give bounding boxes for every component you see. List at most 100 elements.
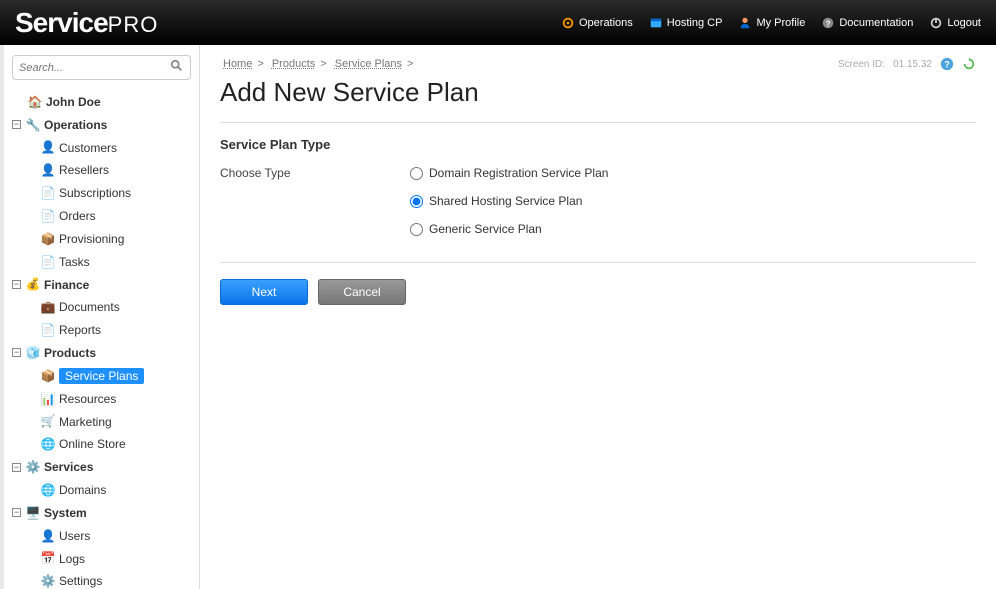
sidebar-item-tasks[interactable]: 📄Tasks <box>12 250 191 273</box>
sidebar-item-label: Resources <box>59 392 116 406</box>
gear-icon <box>561 16 575 30</box>
operations-icon: 🔧 <box>25 114 41 136</box>
sidebar-item-orders[interactable]: 📄Orders <box>12 204 191 227</box>
sidebar-item-settings[interactable]: ⚙️Settings <box>12 569 191 589</box>
search-input[interactable] <box>19 62 170 74</box>
help-icon[interactable]: ? <box>940 57 954 71</box>
cancel-button[interactable]: Cancel <box>318 279 406 305</box>
sidebar-item-documents[interactable]: 💼Documents <box>12 295 191 318</box>
nav-my-profile[interactable]: My Profile <box>738 16 805 30</box>
sidebar-item-logs[interactable]: 📅Logs <box>12 547 191 570</box>
nav-documentation[interactable]: ? Documentation <box>821 16 913 30</box>
nav-hosting-cp-label: Hosting CP <box>667 17 723 29</box>
box-icon: 📦 <box>40 228 56 250</box>
sidebar-item-provisioning[interactable]: 📦Provisioning <box>12 227 191 250</box>
sidebar-item-customers[interactable]: 👤Customers <box>12 136 191 159</box>
sidebar-cat-products[interactable]: −🧊Products <box>12 341 191 364</box>
sidebar-cat-services[interactable]: −⚙️Services <box>12 455 191 478</box>
person-icon <box>738 16 752 30</box>
logo-part2: PRO <box>108 12 159 37</box>
sidebar-item-label: Provisioning <box>59 232 124 246</box>
screen-id: Screen ID: 01.15.32 ? <box>838 57 976 71</box>
briefcase-icon: 💼 <box>40 296 56 318</box>
nav-operations-label: Operations <box>579 17 633 29</box>
collapse-icon[interactable]: − <box>12 120 21 129</box>
server-icon: 🖥️ <box>25 502 41 524</box>
power-icon <box>929 16 943 30</box>
radio-shared-hosting[interactable]: Shared Hosting Service Plan <box>410 194 976 208</box>
panel-icon <box>649 16 663 30</box>
sidebar: 🏠John Doe −🔧Operations 👤Customers 👤Resel… <box>0 45 200 589</box>
radio-label[interactable]: Generic Service Plan <box>429 222 542 236</box>
user-label: John Doe <box>46 95 101 109</box>
radio-domain-reg[interactable]: Domain Registration Service Plan <box>410 166 976 180</box>
svg-text:?: ? <box>944 60 949 70</box>
sidebar-item-label: Users <box>59 529 90 543</box>
sidebar-item-label: Documents <box>59 300 120 314</box>
system-label: System <box>44 506 87 520</box>
sidebar-item-label: Domains <box>59 483 106 497</box>
top-nav: Operations Hosting CP My Profile ? Docum… <box>561 16 981 30</box>
divider <box>220 122 976 123</box>
logo: ServicePRO <box>15 7 158 39</box>
sidebar-item-label: Resellers <box>59 163 109 177</box>
sidebar-item-label: Subscriptions <box>59 186 131 200</box>
search-box[interactable] <box>12 55 191 80</box>
search-icon[interactable] <box>170 59 184 76</box>
sidebar-cat-finance[interactable]: −💰Finance <box>12 273 191 296</box>
sidebar-item-label: Tasks <box>59 255 90 269</box>
radio-label[interactable]: Domain Registration Service Plan <box>429 166 608 180</box>
finance-label: Finance <box>44 277 89 291</box>
sidebar-user[interactable]: 🏠John Doe <box>12 90 191 113</box>
next-button[interactable]: Next <box>220 279 308 305</box>
radio-input-shared-hosting[interactable] <box>410 195 423 208</box>
refresh-icon[interactable] <box>962 57 976 71</box>
products-label: Products <box>44 346 96 360</box>
breadcrumb-home[interactable]: Home <box>223 58 252 70</box>
radio-input-domain-reg[interactable] <box>410 167 423 180</box>
sidebar-item-marketing[interactable]: 🛒Marketing <box>12 410 191 433</box>
doc-icon: 📄 <box>40 319 56 341</box>
doc-icon: 📄 <box>40 251 56 273</box>
page-title: Add New Service Plan <box>220 77 976 108</box>
money-icon: 💰 <box>25 273 41 295</box>
sidebar-item-resellers[interactable]: 👤Resellers <box>12 158 191 181</box>
nav-operations[interactable]: Operations <box>561 16 633 30</box>
nav-logout[interactable]: Logout <box>929 16 981 30</box>
sidebar-item-label: Online Store <box>59 437 126 451</box>
nav-my-profile-label: My Profile <box>756 17 805 29</box>
sidebar-item-reports[interactable]: 📄Reports <box>12 318 191 341</box>
sidebar-item-online-store[interactable]: 🌐Online Store <box>12 432 191 455</box>
section-title: Service Plan Type <box>220 137 976 152</box>
form-label-choose-type: Choose Type <box>220 166 410 250</box>
breadcrumb-products[interactable]: Products <box>272 58 315 70</box>
form-row-type: Choose Type Domain Registration Service … <box>220 166 976 250</box>
sidebar-item-subscriptions[interactable]: 📄Subscriptions <box>12 181 191 204</box>
breadcrumb-service-plans[interactable]: Service Plans <box>335 58 402 70</box>
sidebar-cat-system[interactable]: −🖥️System <box>12 501 191 524</box>
collapse-icon[interactable]: − <box>12 280 21 289</box>
radio-generic[interactable]: Generic Service Plan <box>410 222 976 236</box>
nav-tree: 🏠John Doe −🔧Operations 👤Customers 👤Resel… <box>12 90 191 589</box>
sidebar-item-service-plans[interactable]: 📦Service Plans <box>12 364 191 387</box>
radio-label[interactable]: Shared Hosting Service Plan <box>429 194 582 208</box>
sidebar-item-label: Orders <box>59 209 96 223</box>
sidebar-item-domains[interactable]: 🌐Domains <box>12 478 191 501</box>
sidebar-cat-operations[interactable]: −🔧Operations <box>12 113 191 136</box>
person-icon: 👤 <box>40 136 56 158</box>
radio-input-generic[interactable] <box>410 223 423 236</box>
screen-id-value: 01.15.32 <box>893 59 932 70</box>
sidebar-item-users[interactable]: 👤Users <box>12 524 191 547</box>
sidebar-item-label: Service Plans <box>59 368 144 384</box>
logo-part1: Service <box>15 7 108 38</box>
collapse-icon[interactable]: − <box>12 508 21 517</box>
help-icon: ? <box>821 16 835 30</box>
sidebar-item-label: Reports <box>59 323 101 337</box>
chart-icon: 📊 <box>40 388 56 410</box>
gear-icon: ⚙️ <box>25 456 41 478</box>
collapse-icon[interactable]: − <box>12 348 21 357</box>
collapse-icon[interactable]: − <box>12 463 21 472</box>
sidebar-item-resources[interactable]: 📊Resources <box>12 387 191 410</box>
doc-icon: 📄 <box>40 182 56 204</box>
nav-hosting-cp[interactable]: Hosting CP <box>649 16 723 30</box>
